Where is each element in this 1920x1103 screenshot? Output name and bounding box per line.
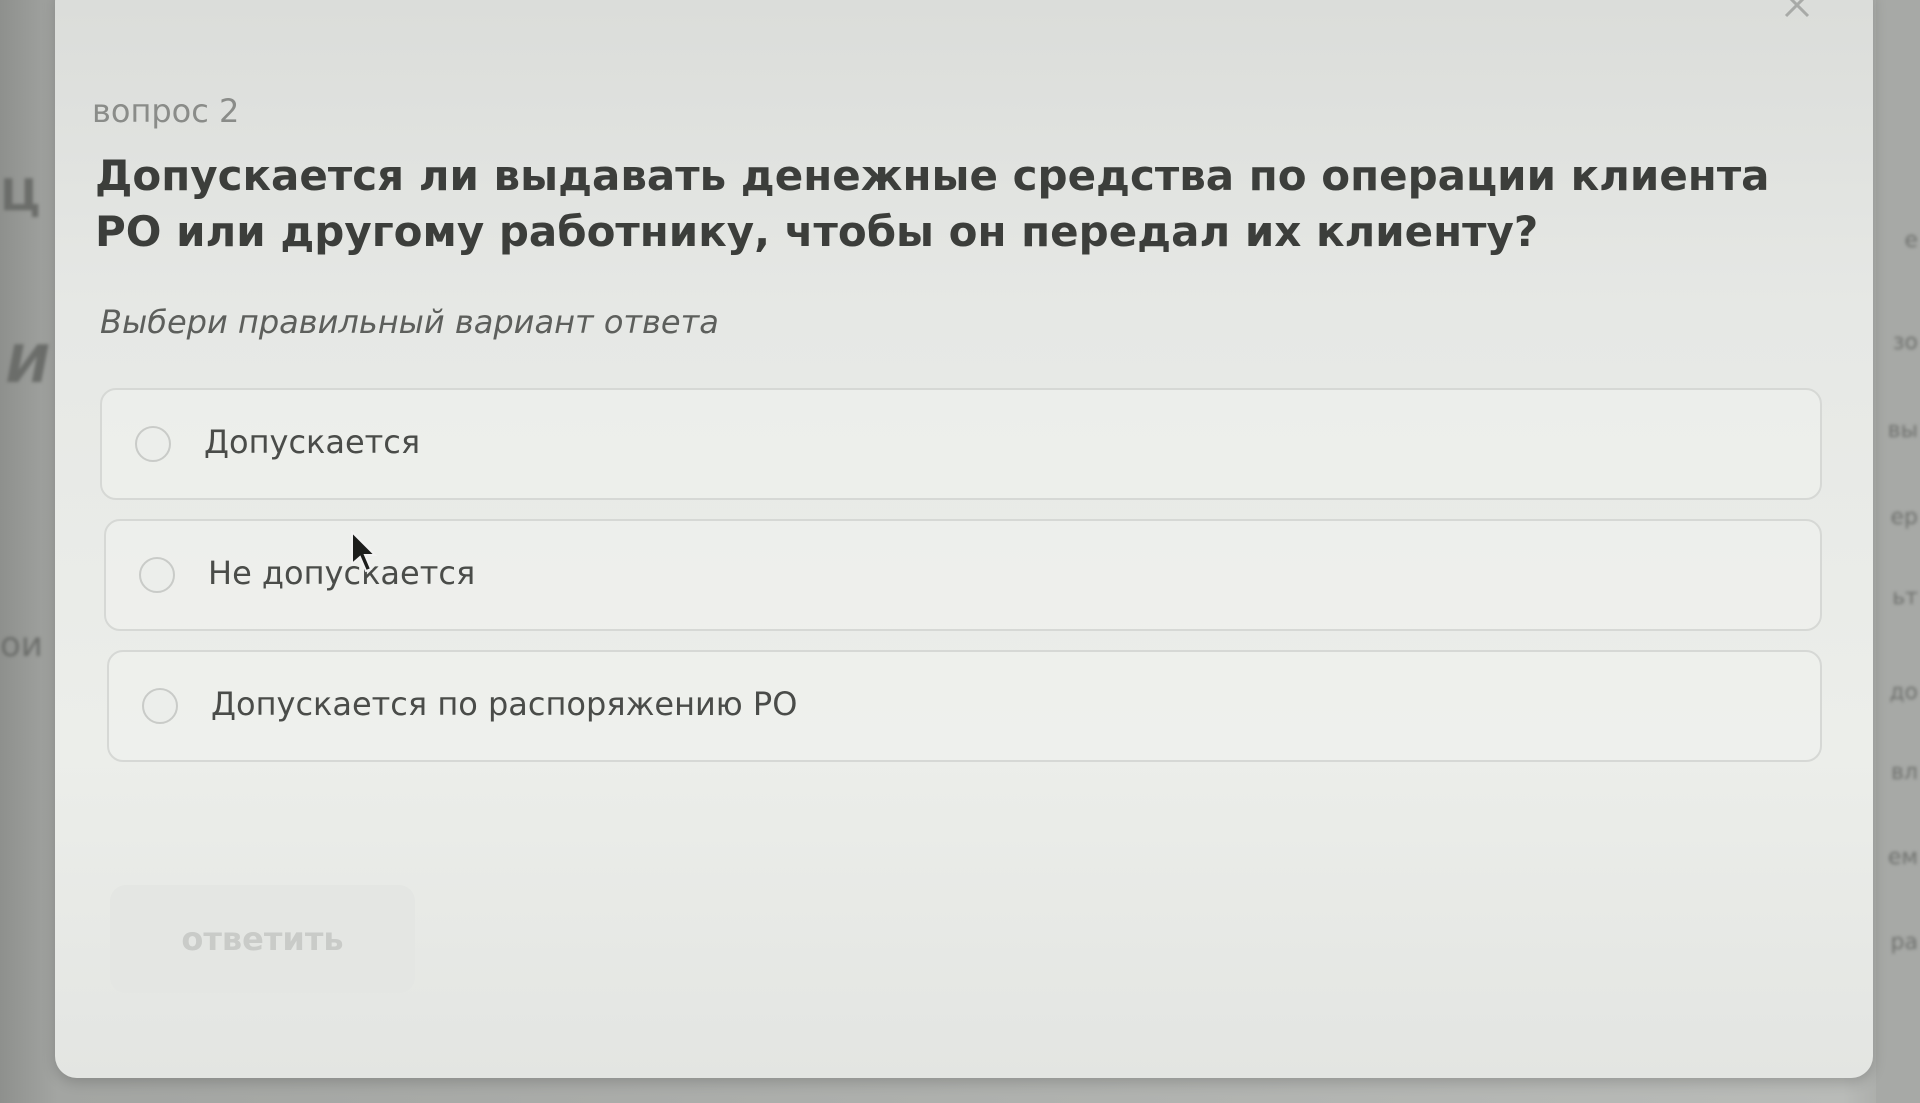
background-text-fragment: ра <box>1890 930 1918 955</box>
background-text-fragment: Ц <box>0 170 41 221</box>
background-text-fragment: ои <box>0 625 43 665</box>
background-text-fragment: вы <box>1887 418 1918 443</box>
answer-options: Допускается Не допускается Допускается п… <box>100 388 1822 781</box>
radio-button[interactable] <box>142 688 178 724</box>
background-right-strip: е зо вы ер ьт до вл ем ра <box>1876 0 1920 1103</box>
answer-instruction: Выбери правильный вариант ответа <box>100 303 719 341</box>
close-icon[interactable] <box>1778 0 1818 30</box>
background-text-fragment: И <box>6 335 50 395</box>
question-text: Допускается ли выдавать денежные средств… <box>95 151 1770 256</box>
answer-option[interactable]: Допускается <box>100 388 1822 500</box>
answer-option-label: Допускается <box>204 423 421 461</box>
radio-button[interactable] <box>135 426 171 462</box>
close-icon-glyph <box>1784 0 1810 18</box>
background-text-fragment: ьт <box>1892 585 1918 610</box>
background-text-fragment: ер <box>1890 505 1919 530</box>
answer-option-label: Допускается по распоряжению РО <box>211 685 798 723</box>
background-text-fragment: зо <box>1892 330 1918 355</box>
question-number: вопрос 2 <box>92 92 240 130</box>
radio-button[interactable] <box>139 557 175 593</box>
answer-option-label: Не допускается <box>208 554 476 592</box>
question-dialog: вопрос 2 Допускается ли выдавать денежны… <box>55 0 1873 1078</box>
background-text-fragment: е <box>1904 228 1918 253</box>
background-text-fragment: до <box>1889 680 1918 705</box>
mouse-pointer-icon <box>351 530 378 573</box>
background-text-fragment: вл <box>1890 760 1918 785</box>
submit-answer-button[interactable]: ответить <box>110 885 415 993</box>
answer-option[interactable]: Допускается по распоряжению РО <box>107 650 1822 762</box>
background-text-fragment: ем <box>1887 845 1918 870</box>
